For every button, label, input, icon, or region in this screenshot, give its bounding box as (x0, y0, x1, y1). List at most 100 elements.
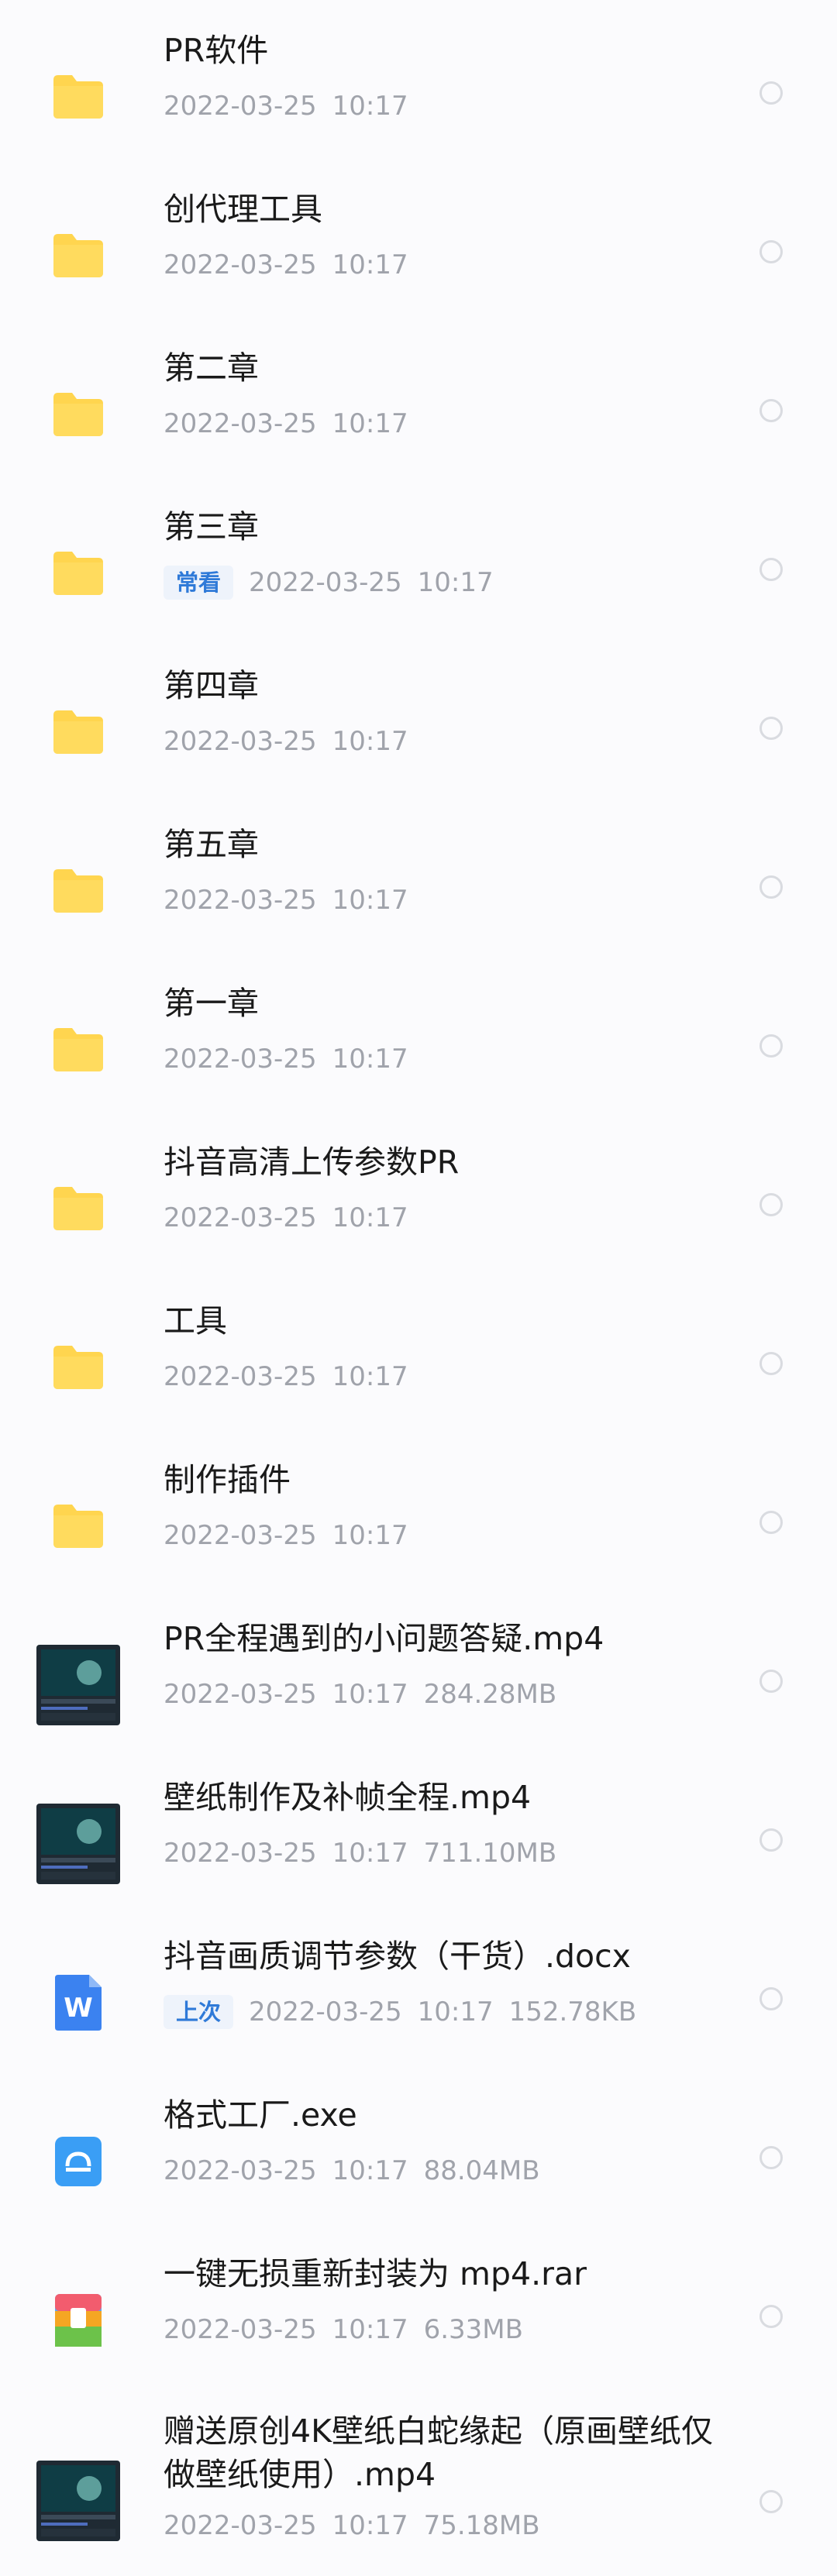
file-meta: 上次 2022-03-25 10:17 152.78KB (164, 1995, 652, 2029)
file-time: 10:17 (332, 1044, 408, 1075)
select-radio[interactable] (760, 717, 783, 740)
select-radio[interactable] (760, 1352, 783, 1375)
video-thumbnail-icon (35, 1642, 122, 1728)
file-meta: 2022-03-25 10:17 75.18MB (164, 2509, 556, 2543)
file-row[interactable]: 第四章 2022-03-25 10:17 (0, 662, 837, 794)
file-date: 2022-03-25 (164, 1044, 317, 1075)
file-date: 2022-03-25 (164, 1520, 317, 1551)
recent-tag: 常看 (164, 566, 234, 600)
folder-icon (35, 848, 122, 934)
select-radio[interactable] (760, 558, 783, 581)
file-row[interactable]: 第一章 2022-03-25 10:17 (0, 980, 837, 1112)
file-date: 2022-03-25 (164, 885, 317, 916)
folder-icon (35, 1483, 122, 1570)
file-meta: 2022-03-25 10:17 711.10MB (164, 1836, 572, 1870)
folder-icon (35, 530, 122, 617)
select-radio[interactable] (760, 1511, 783, 1534)
word-doc-icon: W (35, 1959, 122, 2046)
exe-app-icon (35, 2118, 122, 2205)
file-time: 10:17 (332, 408, 408, 439)
select-radio[interactable] (760, 81, 783, 105)
file-row[interactable]: 创代理工具 2022-03-25 10:17 (0, 186, 837, 318)
rar-archive-icon (35, 2277, 122, 2364)
file-time: 10:17 (417, 1996, 494, 2027)
file-name: 工具 (164, 1302, 227, 1340)
svg-text:W: W (64, 1993, 93, 2024)
file-size: 152.78KB (508, 1996, 637, 2027)
file-date: 2022-03-25 (164, 1679, 317, 1710)
file-name: 第五章 (164, 826, 259, 863)
file-row[interactable]: 制作插件 2022-03-25 10:17 (0, 1457, 837, 1588)
folder-icon (35, 1165, 122, 1252)
file-time: 10:17 (332, 2314, 408, 2345)
folder-icon (35, 212, 122, 299)
file-meta: 2022-03-25 10:17 88.04MB (164, 2154, 556, 2188)
folder-icon (35, 1006, 122, 1093)
file-meta: 2022-03-25 10:17 (164, 1042, 424, 1076)
file-date: 2022-03-25 (164, 1838, 317, 1869)
file-time: 10:17 (332, 1520, 408, 1551)
file-date: 2022-03-25 (164, 1202, 317, 1233)
file-date: 2022-03-25 (249, 1996, 402, 2027)
file-row[interactable]: 赠送原创4K壁纸白蛇缘起（原画壁纸仅做壁纸使用）.mp4 2022-03-25 10… (0, 2409, 837, 2576)
folder-icon (35, 53, 122, 140)
file-time: 10:17 (332, 1361, 408, 1392)
file-time: 10:17 (332, 91, 408, 122)
file-row[interactable]: 第五章 2022-03-25 10:17 (0, 821, 837, 953)
file-meta: 2022-03-25 10:17 (164, 724, 424, 758)
file-date: 2022-03-25 (164, 2155, 317, 2186)
select-radio[interactable] (760, 1034, 783, 1058)
file-time: 10:17 (332, 726, 408, 757)
file-meta: 2022-03-25 10:17 (164, 883, 424, 917)
select-radio[interactable] (760, 2490, 783, 2513)
file-name: 第二章 (164, 349, 259, 387)
file-name: 赠送原创4K壁纸白蛇缘起（原画壁纸仅做壁纸使用）.mp4 (164, 2413, 713, 2493)
file-meta: 2022-03-25 10:17 (164, 1360, 424, 1394)
select-radio[interactable] (760, 1987, 783, 2010)
file-time: 10:17 (332, 1202, 408, 1233)
folder-icon (35, 1324, 122, 1411)
select-radio[interactable] (760, 1193, 783, 1216)
file-date: 2022-03-25 (164, 726, 317, 757)
file-time: 10:17 (332, 1679, 408, 1710)
file-row[interactable]: PR全程遇到的小问题答疑.mp4 2022-03-25 10:17 284.28MB (0, 1615, 837, 1747)
select-radio[interactable] (760, 875, 783, 899)
file-meta: 2022-03-25 10:17 6.33MB (164, 2313, 539, 2347)
file-date: 2022-03-25 (164, 2510, 317, 2541)
file-date: 2022-03-25 (249, 567, 402, 598)
file-row[interactable]: 抖音高清上传参数PR 2022-03-25 10:17 (0, 1139, 837, 1271)
file-row[interactable]: 工具 2022-03-25 10:17 (0, 1298, 837, 1429)
file-date: 2022-03-25 (164, 249, 317, 280)
file-name: PR软件 (164, 32, 269, 69)
file-time: 10:17 (332, 2155, 408, 2186)
file-meta: 常看 2022-03-25 10:17 (164, 566, 509, 600)
file-meta: 2022-03-25 10:17 (164, 248, 424, 282)
file-name: 抖音高清上传参数PR (164, 1144, 460, 1181)
select-radio[interactable] (760, 1828, 783, 1852)
select-radio[interactable] (760, 2146, 783, 2169)
file-name: PR全程遇到的小问题答疑.mp4 (164, 1620, 604, 1657)
file-time: 10:17 (332, 2510, 408, 2541)
select-radio[interactable] (760, 2305, 783, 2328)
file-name: 第三章 (164, 508, 259, 545)
file-row[interactable]: 格式工厂.exe 2022-03-25 10:17 88.04MB (0, 2092, 837, 2223)
file-name: 创代理工具 (164, 191, 322, 228)
file-row[interactable]: 一键无损重新封装为 mp4.rar 2022-03-25 10:17 6.33MB (0, 2251, 837, 2382)
file-date: 2022-03-25 (164, 2314, 317, 2345)
file-row[interactable]: 壁纸制作及补帧全程.mp4 2022-03-25 10:17 711.10MB (0, 1774, 837, 1906)
recent-tag: 上次 (164, 1995, 234, 2029)
select-radio[interactable] (760, 1670, 783, 1693)
file-date: 2022-03-25 (164, 1361, 317, 1392)
file-row[interactable]: 第三章 常看 2022-03-25 10:17 (0, 504, 837, 635)
select-radio[interactable] (760, 399, 783, 422)
file-time: 10:17 (332, 1838, 408, 1869)
video-thumbnail-icon (35, 1800, 122, 1887)
file-row[interactable]: 第二章 2022-03-25 10:17 (0, 345, 837, 476)
file-meta: 2022-03-25 10:17 284.28MB (164, 1677, 572, 1711)
select-radio[interactable] (760, 240, 783, 263)
video-thumbnail-icon (35, 2457, 122, 2544)
file-date: 2022-03-25 (164, 91, 317, 122)
file-row[interactable]: PR软件 2022-03-25 10:17 (0, 27, 837, 159)
file-name: 第一章 (164, 985, 259, 1022)
file-row[interactable]: W 抖音画质调节参数（干货）.docx 上次 2022-03-25 10:17 152.7… (0, 1933, 837, 2065)
